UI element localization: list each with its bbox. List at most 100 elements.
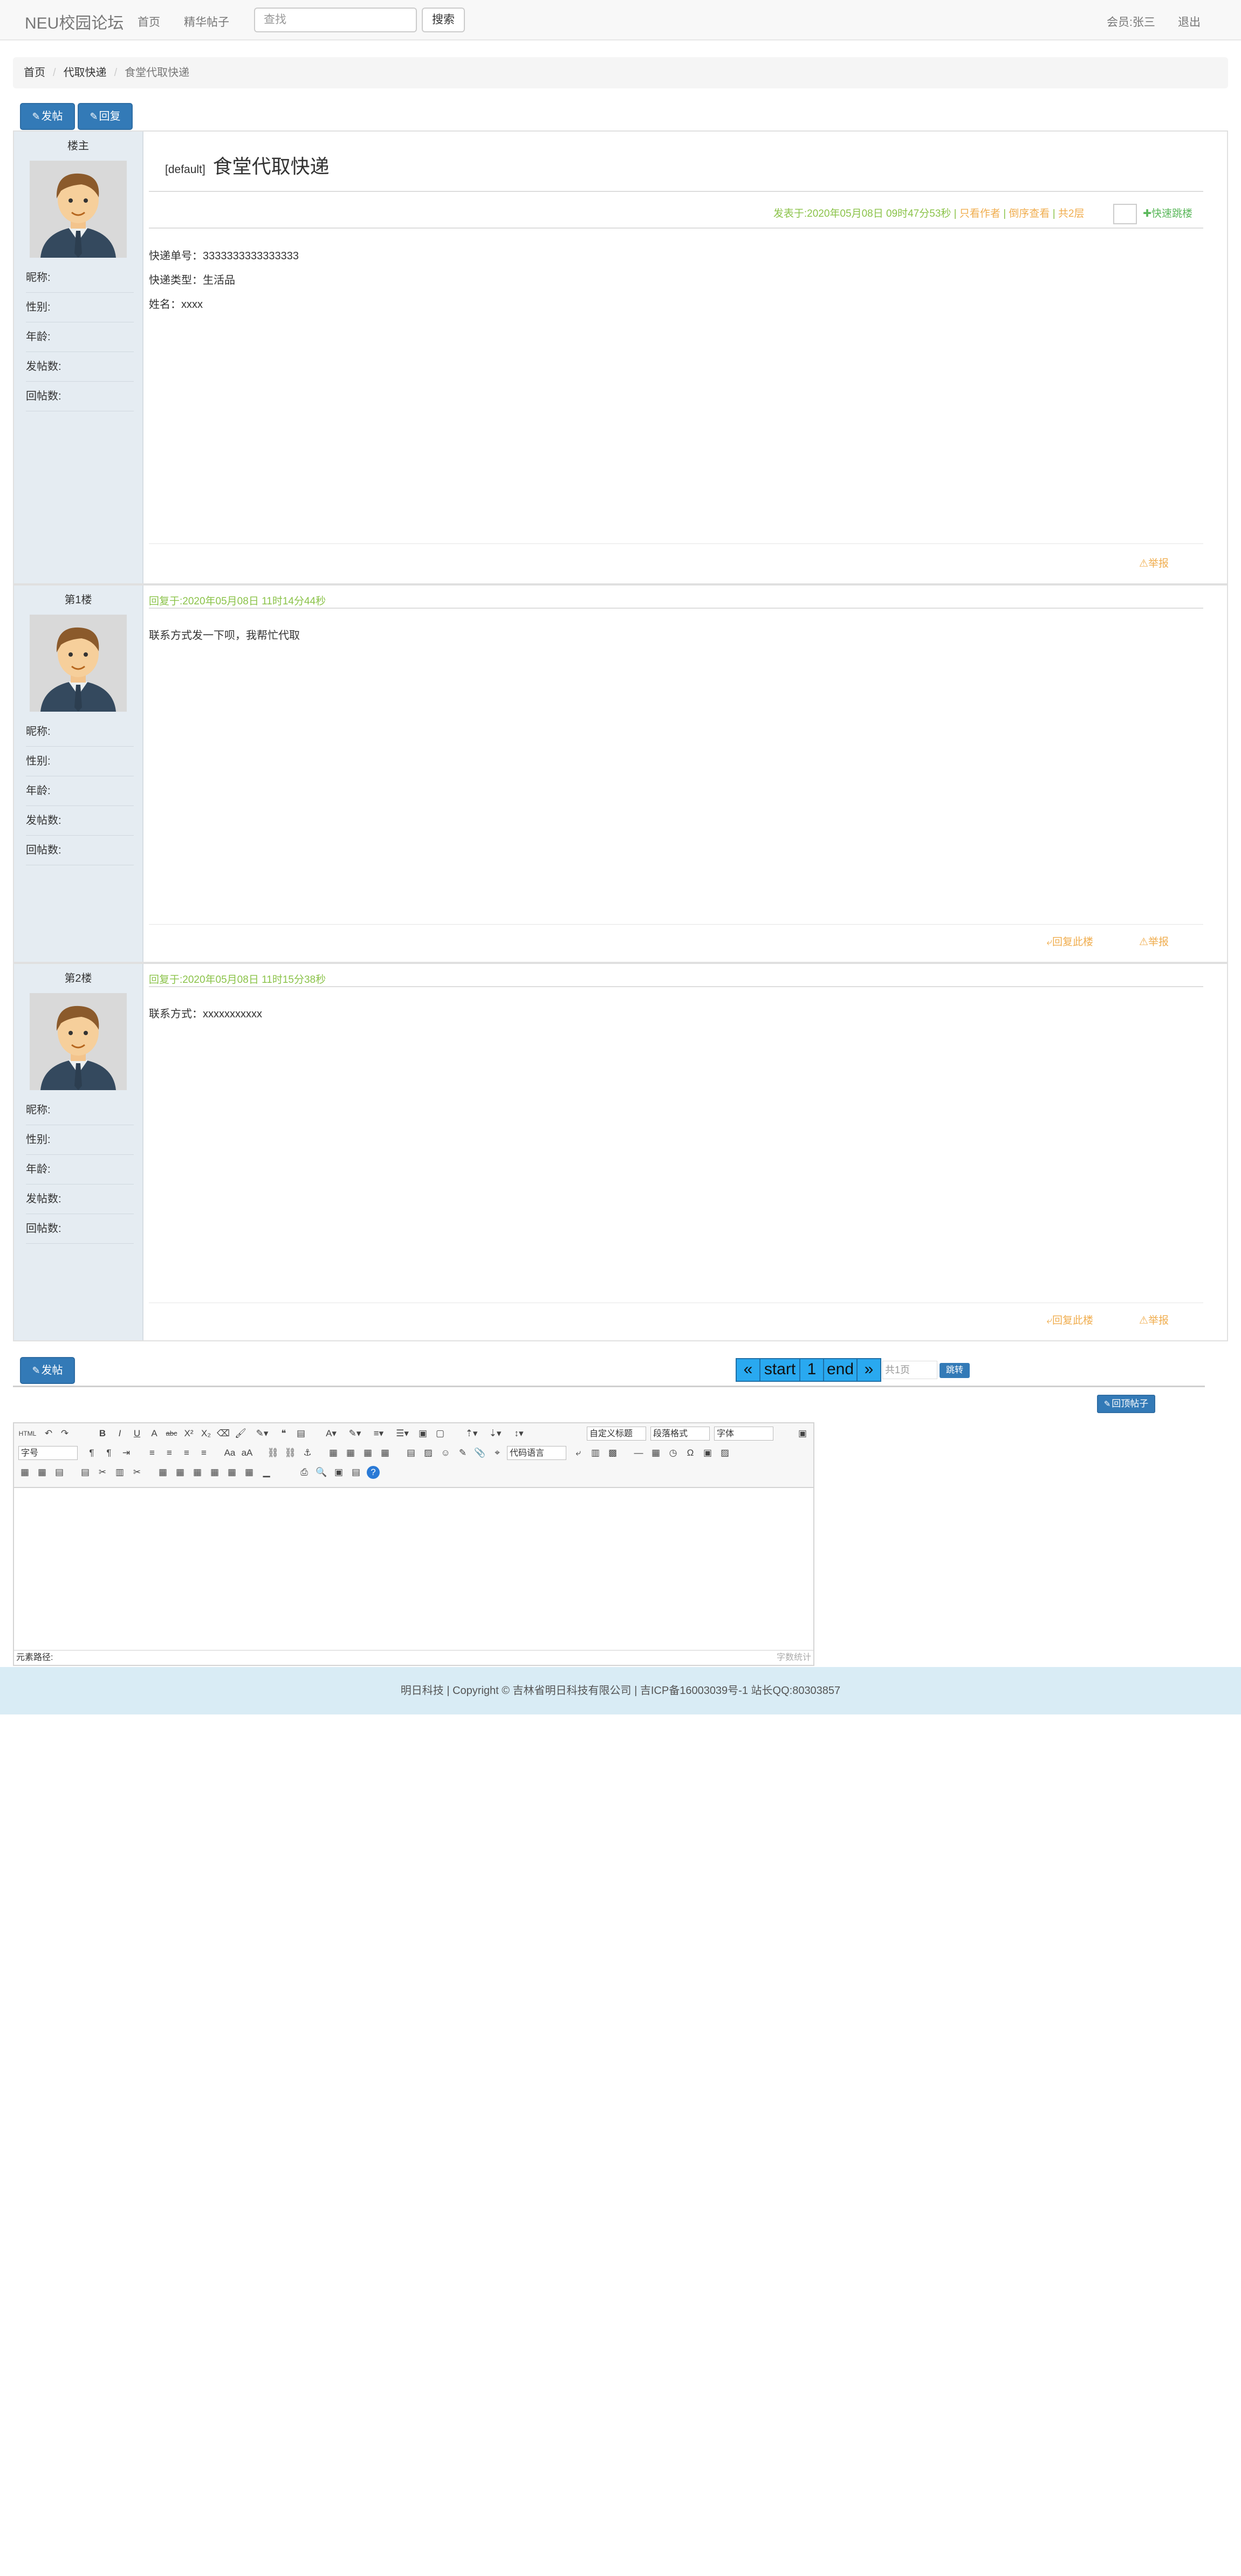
custom-style-select[interactable]: 自定义标题 xyxy=(587,1427,646,1441)
split-cols-icon[interactable]: ▦ xyxy=(243,1466,256,1479)
help-icon[interactable]: ? xyxy=(367,1466,380,1479)
only-author-link[interactable]: 只看作者 xyxy=(959,208,1000,219)
word-image-icon[interactable]: ▣ xyxy=(701,1447,714,1459)
align-justify-icon[interactable]: ≡ xyxy=(197,1447,210,1459)
insert-table-icon[interactable]: ▦ xyxy=(18,1466,31,1479)
help-tools-icon[interactable]: ▤ xyxy=(349,1466,362,1479)
split-rows-icon[interactable]: ▦ xyxy=(225,1466,238,1479)
emotion-icon[interactable]: ☺ xyxy=(439,1447,452,1459)
align-center-icon[interactable]: ≡ xyxy=(163,1447,176,1459)
split-cells-icon[interactable]: ▦ xyxy=(208,1466,221,1479)
insert-paragraph-icon[interactable]: ▤ xyxy=(53,1466,66,1479)
pager-end[interactable]: end xyxy=(823,1358,858,1382)
insert-col-icon[interactable]: ▥ xyxy=(113,1466,126,1479)
indent-icon[interactable]: ⇥ xyxy=(120,1447,133,1459)
delete-row-icon[interactable]: ✂ xyxy=(96,1466,109,1479)
breadcrumb-home[interactable]: 首页 xyxy=(24,67,45,79)
report-link[interactable]: ⚠举报 xyxy=(1139,1312,1169,1327)
image-center-icon[interactable]: ▦ xyxy=(379,1447,392,1459)
format-painter-icon[interactable]: 🖌 xyxy=(234,1427,247,1440)
superscript-icon[interactable]: X² xyxy=(182,1427,195,1440)
simple-upload-icon[interactable]: ▤ xyxy=(404,1447,417,1459)
background-color-icon[interactable]: ✎▾ xyxy=(344,1427,366,1440)
direction-rtl-icon[interactable]: ¶ xyxy=(102,1447,115,1459)
new-post-button-bottom[interactable]: ✎ 发帖 xyxy=(20,1357,75,1384)
back-to-top-button[interactable]: ✎ 回顶帖子 xyxy=(1097,1395,1155,1413)
strikethrough-icon[interactable]: abc xyxy=(165,1427,178,1440)
fullscreen-icon[interactable]: ▣ xyxy=(796,1427,809,1440)
font-border-icon[interactable]: A xyxy=(148,1427,161,1440)
code-language-select[interactable]: 代码语言 xyxy=(507,1446,566,1460)
search-input[interactable]: 查找 xyxy=(254,8,417,32)
reply-button[interactable]: ✎ 回复 xyxy=(78,103,133,130)
map-icon[interactable]: ⌖ xyxy=(491,1447,504,1459)
page-jump-input[interactable]: 共1页 xyxy=(882,1361,937,1379)
line-height-icon[interactable]: ↕▾ xyxy=(508,1427,530,1440)
pager-prev[interactable]: « xyxy=(736,1358,760,1382)
clear-doc-icon[interactable]: ▢ xyxy=(434,1427,447,1440)
editor-text-area[interactable] xyxy=(14,1487,813,1651)
image-left-icon[interactable]: ▦ xyxy=(344,1447,357,1459)
merge-down-icon[interactable]: ▦ xyxy=(191,1466,204,1479)
horizontal-rule-icon[interactable]: — xyxy=(632,1447,645,1459)
page-jump-button[interactable]: 跳转 xyxy=(940,1363,970,1378)
reply-floor-link[interactable]: ⤶回复此楼 xyxy=(1046,934,1093,948)
background-icon[interactable]: ▩ xyxy=(606,1447,619,1459)
undo-icon[interactable]: ↶ xyxy=(42,1427,55,1440)
link-icon[interactable]: ⛓ xyxy=(266,1447,279,1459)
search-button[interactable]: 搜索 xyxy=(422,8,465,32)
avatar[interactable] xyxy=(30,615,127,712)
nav-logout[interactable]: 退出 xyxy=(1178,13,1201,30)
paragraph-select[interactable]: 段落格式 xyxy=(650,1427,710,1441)
lowercase-icon[interactable]: aA xyxy=(241,1447,253,1459)
nav-home[interactable]: 首页 xyxy=(138,13,160,30)
merge-cells-icon[interactable]: ▦ xyxy=(156,1466,169,1479)
direction-ltr-icon[interactable]: ¶ xyxy=(85,1447,98,1459)
html-source-icon[interactable]: HTML xyxy=(18,1427,37,1440)
ordered-list-icon[interactable]: ≡▾ xyxy=(368,1427,389,1440)
italic-icon[interactable]: I xyxy=(113,1427,126,1440)
template-icon[interactable]: ▥ xyxy=(589,1447,602,1459)
image-none-icon[interactable]: ▦ xyxy=(327,1447,340,1459)
unordered-list-icon[interactable]: ☰▾ xyxy=(392,1427,413,1440)
pager-start[interactable]: start xyxy=(759,1358,800,1382)
insert-row-icon[interactable]: ▤ xyxy=(79,1466,92,1479)
avatar[interactable] xyxy=(30,161,127,258)
align-right-icon[interactable]: ≡ xyxy=(180,1447,193,1459)
print-icon[interactable]: ⎙ xyxy=(298,1466,311,1479)
new-post-button[interactable]: ✎ 发帖 xyxy=(20,103,75,130)
subscript-icon[interactable]: X₂ xyxy=(200,1427,212,1440)
chart-icon[interactable]: ▁ xyxy=(260,1466,273,1479)
preview-icon[interactable]: 🔍 xyxy=(315,1466,328,1479)
pager-page-1[interactable]: 1 xyxy=(799,1358,824,1382)
font-color-icon[interactable]: A▾ xyxy=(320,1427,342,1440)
paste-plain-icon[interactable]: ▤ xyxy=(294,1427,307,1440)
row-spacing-top-icon[interactable]: ⇡▾ xyxy=(461,1427,482,1440)
font-size-select[interactable]: 字号 xyxy=(18,1446,78,1460)
bold-icon[interactable]: B xyxy=(96,1427,109,1440)
nav-featured[interactable]: 精华帖子 xyxy=(184,13,229,30)
underline-icon[interactable]: U xyxy=(131,1427,143,1440)
anchor-icon[interactable]: ⚓ xyxy=(301,1447,314,1459)
font-family-select[interactable]: 字体 xyxy=(714,1427,773,1441)
reverse-order-link[interactable]: 倒序查看 xyxy=(1009,208,1050,219)
avatar[interactable] xyxy=(30,993,127,1090)
attachment-icon[interactable]: 📎 xyxy=(474,1447,486,1459)
unlink-icon[interactable]: ⛓ xyxy=(284,1447,297,1459)
pager-next[interactable]: » xyxy=(856,1358,881,1382)
image-right-icon[interactable]: ▦ xyxy=(361,1447,374,1459)
delete-col-icon[interactable]: ✂ xyxy=(131,1466,143,1479)
brand-logo[interactable]: NEU校园论坛 xyxy=(25,10,124,33)
reply-floor-link[interactable]: ⤶回复此楼 xyxy=(1046,1312,1093,1327)
jump-floor-link[interactable]: ✚快速跳楼 xyxy=(1143,208,1192,219)
date-icon[interactable]: ▦ xyxy=(649,1447,662,1459)
report-link[interactable]: ⚠举报 xyxy=(1139,934,1169,948)
merge-right-icon[interactable]: ▦ xyxy=(174,1466,187,1479)
align-left-icon[interactable]: ≡ xyxy=(146,1447,159,1459)
row-spacing-bottom-icon[interactable]: ⇣▾ xyxy=(484,1427,506,1440)
report-link[interactable]: ⚠举报 xyxy=(1139,555,1169,570)
redo-icon[interactable]: ↷ xyxy=(58,1427,71,1440)
scrawl-icon[interactable]: ✎ xyxy=(456,1447,469,1459)
delete-table-icon[interactable]: ▦ xyxy=(36,1466,49,1479)
clear-format-icon[interactable]: ⌫ xyxy=(217,1427,230,1440)
